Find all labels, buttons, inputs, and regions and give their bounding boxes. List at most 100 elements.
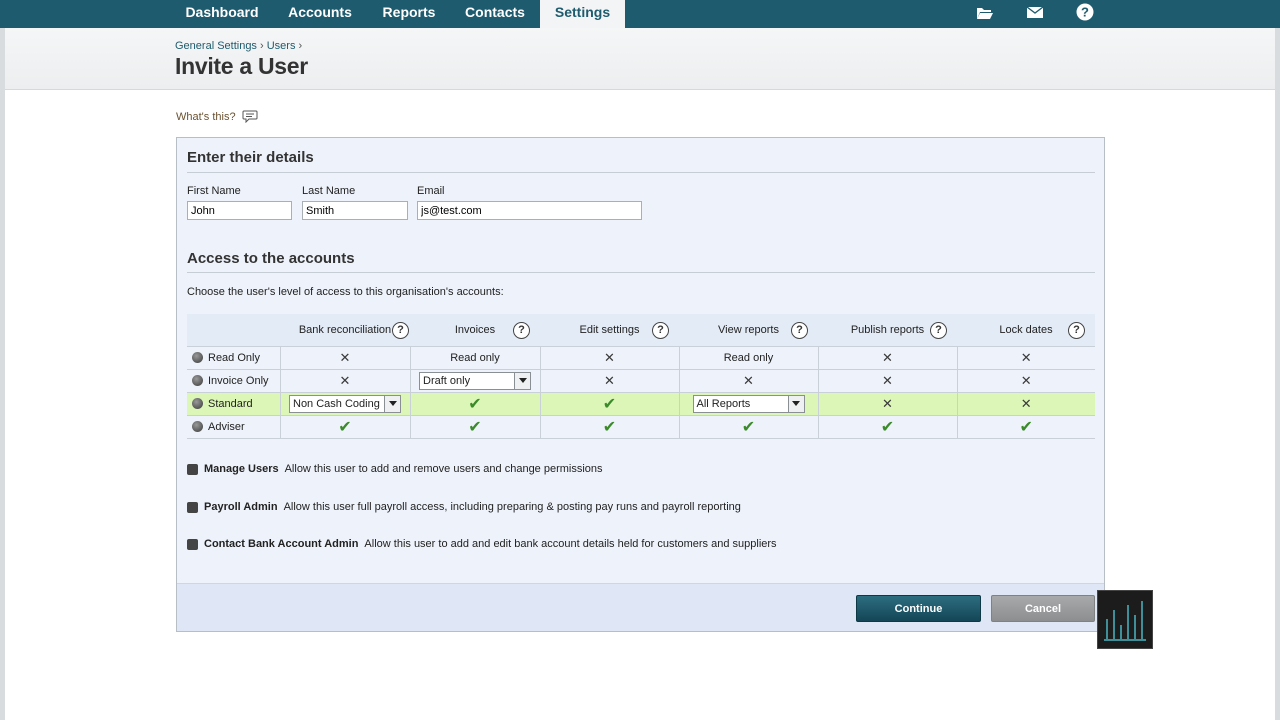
x-icon: ✕ — [604, 372, 615, 388]
select-value: Draft only — [423, 374, 471, 387]
help-circle-icon[interactable]: ? — [1068, 322, 1085, 339]
permission-description: Allow this user to add and edit bank acc… — [364, 538, 777, 550]
first-name-input[interactable] — [187, 201, 292, 220]
row-label: Adviser — [208, 420, 245, 433]
checkmark-icon: ✔ — [468, 418, 482, 436]
cell-text: Read only — [723, 351, 774, 364]
contact-bank-account-admin-checkbox[interactable] — [187, 538, 198, 550]
checkmark-icon: ✔ — [741, 418, 756, 436]
adviser-radio[interactable]: Adviser — [192, 421, 280, 433]
access-level-table: Bank reconciliation? Invoices? Edit sett… — [187, 314, 1095, 439]
select-value: All Reports — [696, 397, 751, 410]
x-icon: ✕ — [743, 372, 754, 388]
panel-footer: Continue Cancel — [177, 583, 1104, 631]
x-icon: ✕ — [882, 372, 893, 388]
help-circle-icon[interactable]: ? — [392, 322, 409, 339]
x-icon: ✕ — [604, 349, 615, 365]
watermark-logo — [1097, 590, 1153, 649]
select-value: Non Cash Coding — [293, 397, 380, 410]
svg-text:?: ? — [1081, 5, 1089, 20]
breadcrumb-general-settings[interactable]: General Settings — [175, 40, 257, 52]
permission-payroll-admin: Payroll Admin Allow this user full payro… — [187, 501, 741, 513]
email-input[interactable] — [417, 201, 642, 220]
radio-icon — [192, 375, 203, 386]
nav-settings[interactable]: Settings — [540, 0, 625, 28]
column-label: Bank reconciliation — [298, 323, 392, 336]
cell-text: Read only — [450, 351, 500, 364]
whats-this-link[interactable]: What's this? — [176, 110, 258, 123]
checkmark-icon: ✔ — [602, 418, 617, 436]
x-icon: ✕ — [1020, 395, 1032, 411]
permission-name: Contact Bank Account Admin — [204, 538, 359, 550]
invoice-only-radio[interactable]: Invoice Only — [192, 375, 280, 387]
last-name-input[interactable] — [302, 201, 408, 220]
breadcrumb-users[interactable]: Users — [267, 40, 296, 52]
manage-users-checkbox[interactable] — [187, 463, 198, 475]
details-section-title: Enter their details — [187, 149, 314, 166]
access-intro-text: Choose the user's level of access to thi… — [187, 286, 504, 298]
column-label: Lock dates — [999, 323, 1053, 336]
nav-accounts[interactable]: Accounts — [276, 0, 364, 28]
nav-dashboard[interactable]: Dashboard — [172, 0, 272, 28]
folder-icon[interactable] — [975, 2, 995, 22]
column-header-bank-reconciliation: Bank reconciliation? — [280, 314, 410, 346]
breadcrumb-separator: › — [298, 40, 303, 52]
checkmark-icon: ✔ — [468, 395, 482, 413]
radio-icon — [192, 352, 203, 363]
first-name-label: First Name — [187, 185, 241, 197]
row-label: Invoice Only — [208, 374, 269, 387]
permission-name: Payroll Admin — [204, 501, 278, 513]
standard-radio[interactable]: Standard — [192, 398, 280, 410]
help-icon[interactable]: ? — [1075, 2, 1095, 22]
read-only-radio[interactable]: Read Only — [192, 352, 280, 364]
nav-contacts[interactable]: Contacts — [454, 0, 536, 28]
chevron-down-icon — [384, 395, 400, 412]
access-section-title: Access to the accounts — [187, 250, 355, 267]
access-row-adviser[interactable]: Adviser ✔ ✔ ✔ ✔ ✔ ✔ — [187, 414, 1095, 439]
chevron-down-icon — [787, 395, 804, 412]
permission-manage-users: Manage Users Allow this user to add and … — [187, 463, 603, 475]
checkmark-icon: ✔ — [602, 395, 617, 413]
x-icon: ✕ — [882, 349, 893, 365]
table-header-row: Bank reconciliation? Invoices? Edit sett… — [187, 314, 1095, 346]
continue-button[interactable]: Continue — [856, 595, 981, 622]
access-row-read-only[interactable]: Read Only ✕ Read only ✕ Read only ✕ ✕ — [187, 345, 1095, 369]
x-icon: ✕ — [1020, 349, 1032, 365]
payroll-admin-checkbox[interactable] — [187, 501, 198, 513]
bank-reconciliation-select[interactable]: Non Cash Coding — [289, 394, 401, 413]
breadcrumb: General Settings › Users › — [175, 40, 302, 52]
page-title: Invite a User — [175, 53, 308, 79]
column-label: Edit settings — [579, 323, 640, 336]
x-icon: ✕ — [1020, 372, 1032, 388]
bar-chart-logo-icon — [1104, 601, 1146, 641]
last-name-label: Last Name — [302, 185, 356, 197]
row-label: Read Only — [208, 351, 260, 364]
frame-border-left — [0, 28, 5, 720]
permission-name: Manage Users — [204, 463, 279, 475]
help-circle-icon[interactable]: ? — [930, 322, 947, 339]
permission-description: Allow this user to add and remove users … — [284, 463, 603, 475]
email-label: Email — [417, 185, 445, 197]
x-icon: ✕ — [882, 395, 893, 411]
column-label: View reports — [718, 323, 779, 336]
nav-reports[interactable]: Reports — [370, 0, 448, 28]
section-divider — [187, 272, 1095, 273]
access-row-invoice-only[interactable]: Invoice Only ✕ Draft only ✕ ✕ ✕ ✕ — [187, 368, 1095, 392]
view-reports-select[interactable]: All Reports — [692, 394, 805, 413]
cancel-button[interactable]: Cancel — [991, 595, 1095, 622]
permission-description: Allow this user full payroll access, inc… — [283, 501, 741, 513]
column-header-publish-reports: Publish reports? — [818, 314, 957, 346]
help-circle-icon[interactable]: ? — [652, 322, 669, 339]
chevron-down-icon — [514, 372, 530, 389]
help-circle-icon[interactable]: ? — [791, 322, 808, 339]
permission-contact-bank-account-admin: Contact Bank Account Admin Allow this us… — [187, 538, 777, 550]
checkmark-icon: ✔ — [1019, 418, 1033, 436]
speech-bubble-icon — [242, 110, 258, 123]
mail-icon[interactable] — [1025, 2, 1045, 22]
column-header-view-reports: View reports? — [679, 314, 818, 346]
access-row-standard[interactable]: Standard Non Cash Coding ✔ ✔ All Reports… — [187, 391, 1095, 415]
help-circle-icon[interactable]: ? — [513, 322, 530, 339]
column-header-edit-settings: Edit settings? — [540, 314, 679, 346]
invoices-level-select[interactable]: Draft only — [419, 371, 531, 390]
checkmark-icon: ✔ — [338, 418, 352, 436]
